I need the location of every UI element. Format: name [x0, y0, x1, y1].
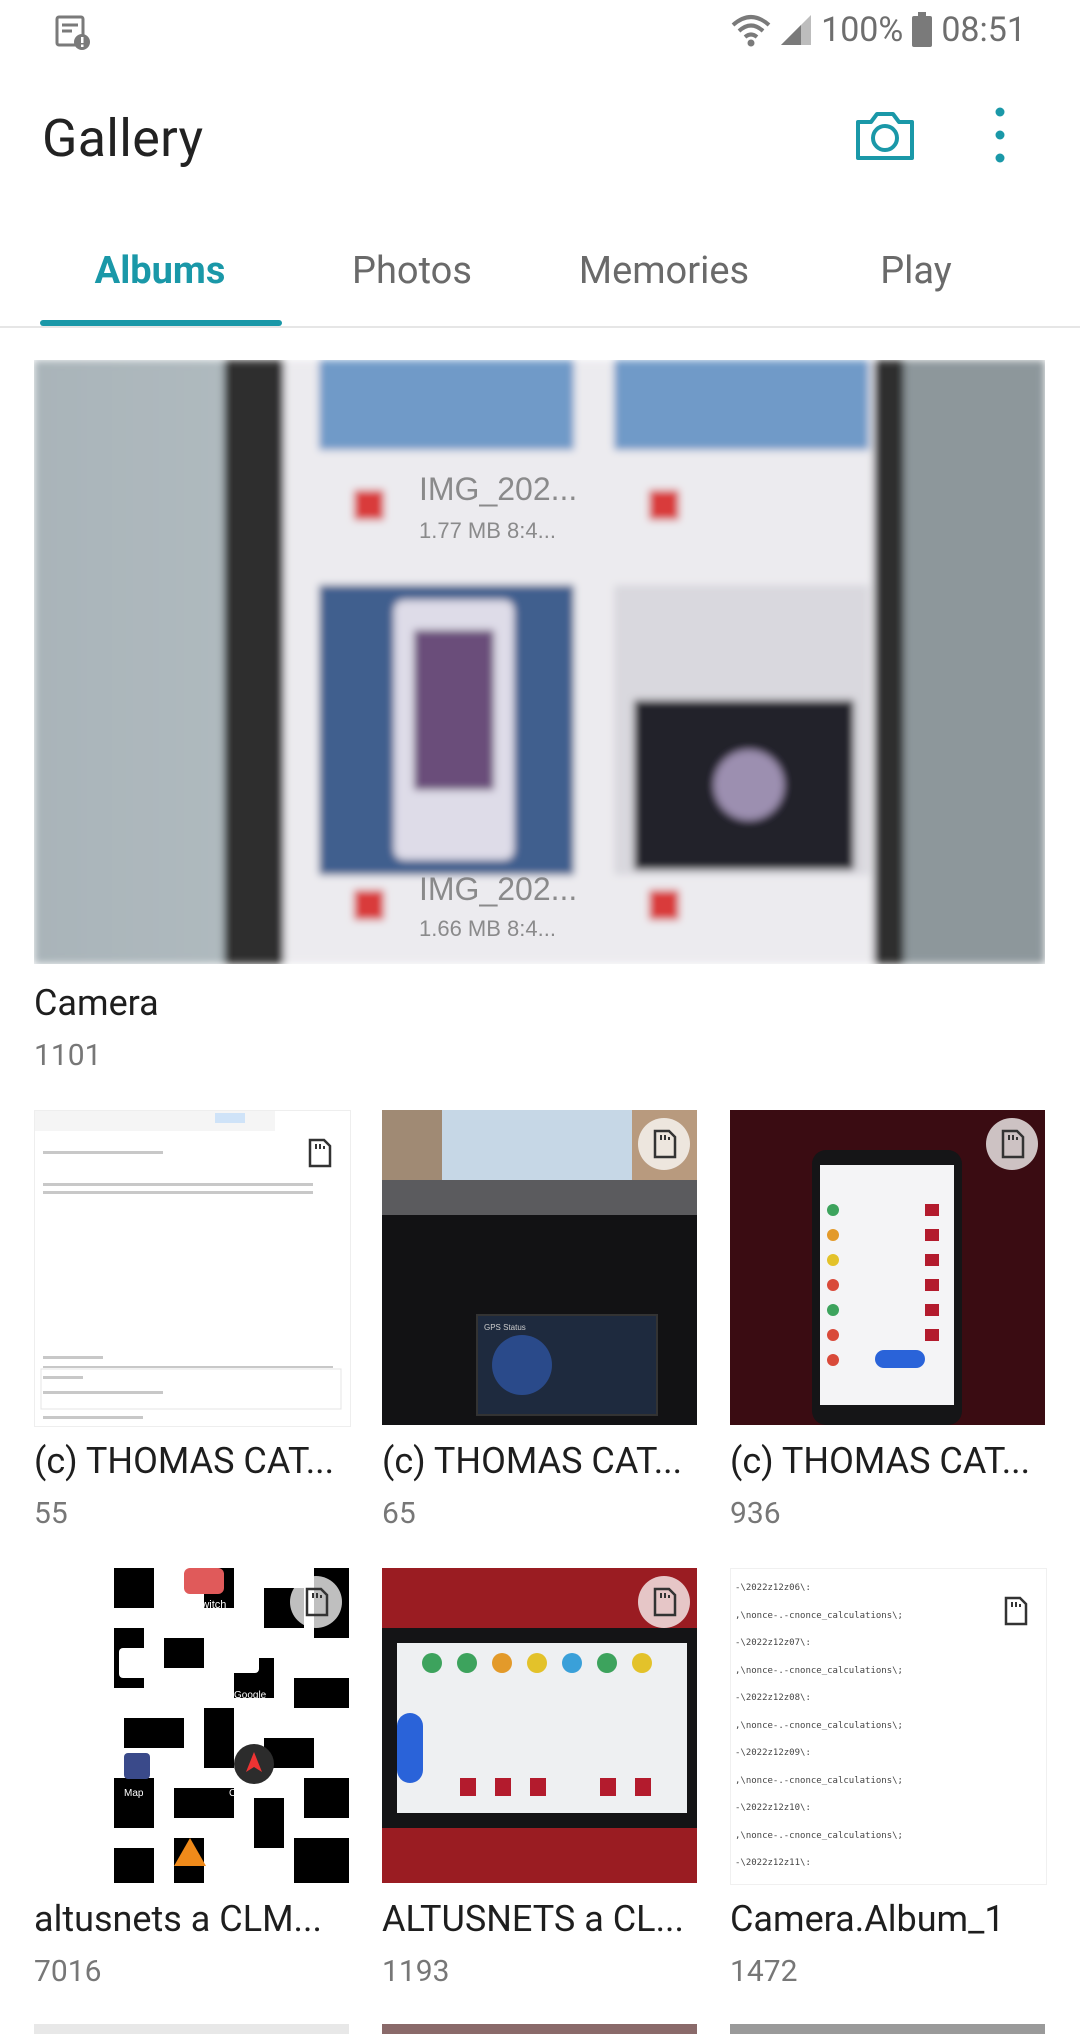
- album-name: (c) THOMAS CAT...: [382, 1440, 683, 1482]
- code-line: -\2022z12z11\:: [735, 1858, 811, 1868]
- hero-file-label: IMG_202...: [419, 471, 577, 507]
- code-line: -\2022z12z10\:: [735, 1803, 811, 1813]
- camera-album-thumbnail: IMG_202... 1.77 MB 8:4... IMG_202... 1.6…: [34, 360, 1045, 964]
- sd-card-icon: [989, 1585, 1041, 1637]
- album-name: Camera: [34, 982, 159, 1024]
- qr-switch-label: Switch: [194, 1599, 226, 1611]
- qr-google-label: Google: [234, 1690, 267, 1701]
- qr-essentials-label: Essentials: [102, 1690, 148, 1701]
- wifi-icon: [731, 15, 771, 47]
- album-name: ALTUSNETS a CL...: [382, 1898, 685, 1940]
- code-line: -\2022z12z08\:: [735, 1693, 811, 1703]
- sd-card-icon: [638, 1118, 690, 1170]
- album-count: 55: [34, 1496, 68, 1531]
- gps-title: GPS Status: [484, 1323, 526, 1332]
- battery-icon: [912, 12, 933, 47]
- page-title: Gallery: [42, 108, 204, 169]
- album-count: 7016: [34, 1954, 102, 1989]
- sd-card-icon: [293, 1127, 345, 1179]
- code-line: -\2022z12z09\:: [735, 1748, 811, 1758]
- camera-icon[interactable]: [852, 106, 918, 166]
- hero-size-label: 1.77 MB 8:4...: [419, 518, 556, 543]
- album-cover-thomas-3[interactable]: [730, 1110, 1045, 1425]
- album-count: 936: [730, 1496, 781, 1531]
- tab-play[interactable]: Play: [790, 218, 1042, 324]
- album-name: Camera.Album_1: [730, 1898, 1005, 1940]
- qr-map-label: Map: [124, 1788, 144, 1799]
- more-vertical-icon[interactable]: [980, 100, 1020, 170]
- album-cover-next-1[interactable]: [34, 2024, 349, 2034]
- battery-percent: 100%: [821, 10, 904, 50]
- clock: 08:51: [941, 10, 1026, 50]
- app-bar: Gallery: [0, 90, 1080, 186]
- code-line: ,\nonce-.-cnonce_calculations\;: [735, 1775, 903, 1786]
- tab-memories[interactable]: Memories: [538, 218, 790, 324]
- sd-card-icon: [290, 1576, 342, 1628]
- status-bar: 100% 08:51: [0, 0, 1080, 66]
- qr-compass-label: Compass: [229, 1788, 271, 1799]
- code-line: -\2022z12z07\:: [735, 1638, 811, 1648]
- album-cover-camera-album-1[interactable]: -\2022z12z06\: ,\nonce-.-cnonce_calculat…: [730, 1568, 1047, 1885]
- hero-file-label-2: IMG_202...: [419, 871, 577, 907]
- hero-size-label-2: 1.66 MB 8:4...: [419, 916, 556, 941]
- album-count: 65: [382, 1496, 416, 1531]
- album-name: altusnets a CLM...: [34, 1898, 323, 1940]
- code-line: ,\nonce-.-cnonce_calculations\;: [735, 1720, 903, 1731]
- album-name: (c) THOMAS CAT...: [34, 1440, 335, 1482]
- album-cover-altusnets-1[interactable]: Switch Essentials Google Compass Map: [34, 1568, 349, 1883]
- album-count: 1472: [730, 1954, 798, 1989]
- album-count: 1193: [382, 1954, 450, 1989]
- album-cover-next-3[interactable]: [730, 2024, 1045, 2034]
- tab-bar: Albums Photos Memories Play: [0, 218, 1080, 328]
- notification-icon: [55, 15, 90, 50]
- tab-photos[interactable]: Photos: [286, 218, 538, 324]
- code-line: ,\nonce-.-cnonce_calculations\;: [735, 1610, 903, 1621]
- album-cover-altusnets-2[interactable]: [382, 1568, 697, 1883]
- code-line: ,\nonce-.-cnonce_calculations\;: [735, 1665, 903, 1676]
- code-line: ,\nonce-.-cnonce_calculations\;: [735, 1830, 903, 1841]
- code-lines: -\2022z12z06\: ,\nonce-.-cnonce_calculat…: [735, 1575, 975, 1878]
- active-tab-indicator: [40, 320, 282, 326]
- sd-card-icon: [986, 1118, 1038, 1170]
- album-cover-next-2[interactable]: [382, 2024, 697, 2034]
- album-cover-thomas-1[interactable]: [34, 1110, 351, 1427]
- album-count: 1101: [34, 1038, 102, 1073]
- album-name: (c) THOMAS CAT...: [730, 1440, 1031, 1482]
- sd-card-icon: [638, 1576, 690, 1628]
- album-cover-camera[interactable]: IMG_202... 1.77 MB 8:4... IMG_202... 1.6…: [34, 360, 1045, 964]
- tab-albums[interactable]: Albums: [34, 218, 286, 324]
- album-cover-thomas-2[interactable]: GPS Status: [382, 1110, 697, 1425]
- code-line: -\2022z12z06\:: [735, 1583, 811, 1593]
- signal-icon: [781, 15, 812, 45]
